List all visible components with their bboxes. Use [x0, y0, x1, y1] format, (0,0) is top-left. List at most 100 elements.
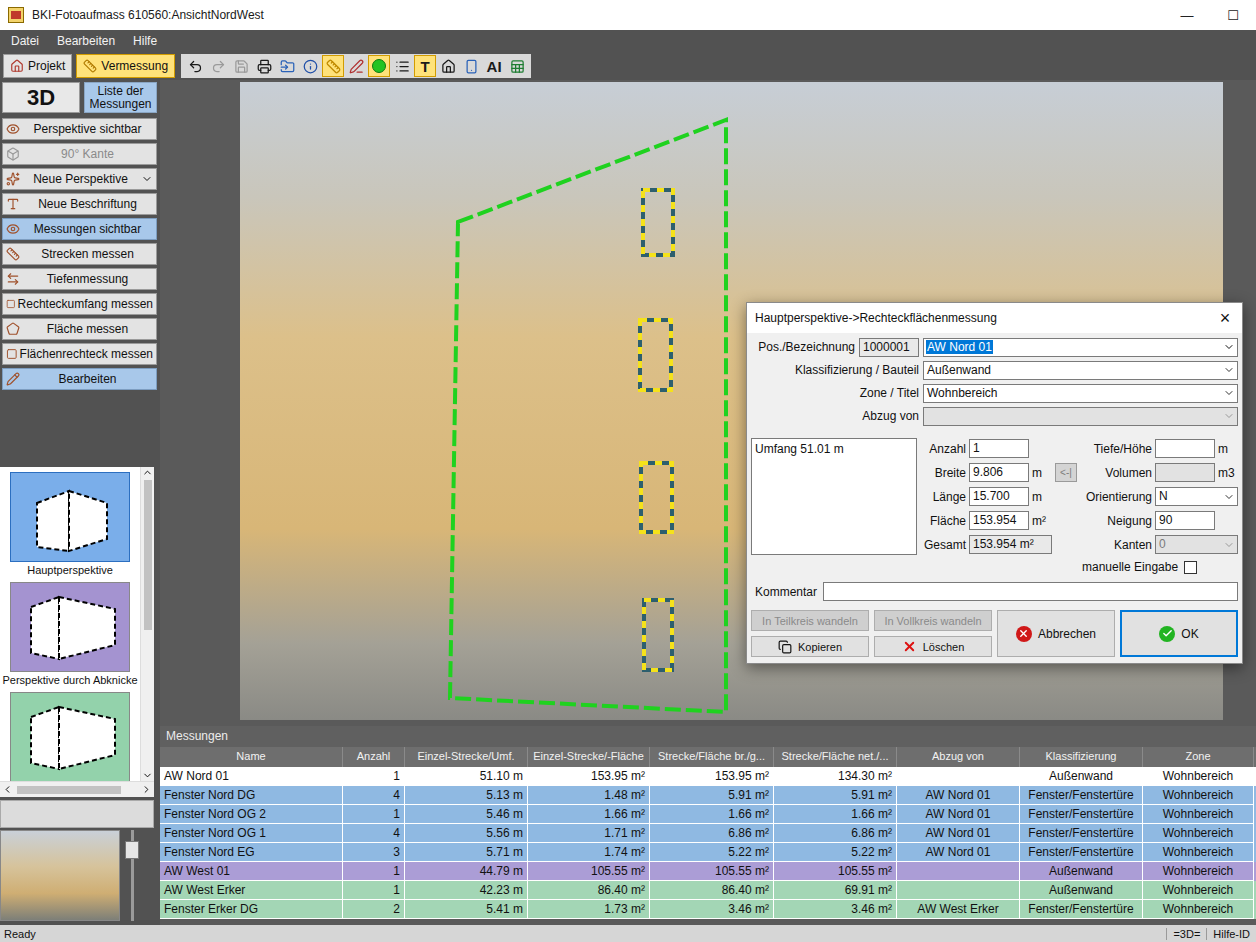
- perspective-item[interactable]: Hauptperspektive: [10, 472, 130, 580]
- zoom-slider[interactable]: [125, 830, 139, 921]
- mode-button[interactable]: Projekt: [3, 54, 72, 78]
- property-combo[interactable]: N: [1155, 487, 1238, 506]
- tool-button[interactable]: [299, 55, 321, 77]
- sidebar-item[interactable]: Fläche messen: [2, 318, 157, 340]
- combo-box[interactable]: Außenwand: [923, 361, 1238, 380]
- dimension-field[interactable]: 15.700: [969, 487, 1029, 506]
- tool-button[interactable]: [230, 55, 252, 77]
- sidebar-item[interactable]: Strecken messen: [2, 243, 157, 265]
- dimension-field[interactable]: 9.806: [969, 463, 1029, 482]
- table-row[interactable]: Fenster Erker DG25.41 m1.73 m²3.46 m²3.4…: [160, 900, 1256, 919]
- tool-button[interactable]: [276, 55, 298, 77]
- window-control-button[interactable]: ☐: [1210, 0, 1256, 30]
- table-row[interactable]: Fenster Nord EG35.71 m1.74 m²5.22 m²5.22…: [160, 843, 1256, 862]
- table-row[interactable]: Fenster Nord OG 145.56 m1.71 m²6.86 m²6.…: [160, 824, 1256, 843]
- tool-button[interactable]: AI: [483, 55, 505, 77]
- sidebar-item[interactable]: Flächenrechteck messen: [2, 343, 157, 365]
- table-cell: Fenster/Fenstertüre: [1020, 824, 1143, 843]
- position-number[interactable]: 1000001: [859, 338, 919, 357]
- measurement-list-button[interactable]: Liste der Messungen: [84, 82, 157, 113]
- table-cell: Wohnbereich: [1143, 900, 1254, 919]
- summary-box[interactable]: Umfang 51.01 m: [751, 438, 917, 555]
- tool-button[interactable]: [391, 55, 413, 77]
- 3d-button[interactable]: 3D: [2, 82, 80, 113]
- table-row[interactable]: AW Nord 01151.10 m153.95 m²153.95 m²134.…: [160, 767, 1256, 786]
- ruler-icon: [6, 247, 20, 261]
- property-field[interactable]: 90: [1155, 511, 1215, 530]
- column-header[interactable]: Zone: [1143, 747, 1254, 767]
- mode-button[interactable]: Vermessung: [76, 54, 175, 78]
- dialog-button[interactable]: Löschen: [874, 636, 992, 657]
- tool-button[interactable]: [368, 55, 390, 77]
- close-button[interactable]: ×: [1208, 303, 1242, 333]
- sidebar-item[interactable]: Neue Perspektive: [2, 168, 157, 190]
- ok-button[interactable]: OK: [1120, 610, 1238, 657]
- column-header[interactable]: Einzel-Strecke/Umf.: [405, 747, 528, 767]
- sidebar-item[interactable]: Messungen sichtbar: [2, 218, 157, 240]
- table-cell: Fenster/Fenstertüre: [1020, 900, 1143, 919]
- tool-button[interactable]: [460, 55, 482, 77]
- menu-item[interactable]: Datei: [2, 31, 48, 51]
- column-header[interactable]: Abzug von: [897, 747, 1020, 767]
- tool-button[interactable]: [345, 55, 367, 77]
- panel-icon: [464, 59, 479, 74]
- sidebar-item[interactable]: Bearbeiten: [2, 368, 157, 390]
- perspective-item[interactable]: [10, 692, 130, 781]
- copy-icon: [778, 640, 792, 654]
- table-cell: 1.66 m²: [774, 805, 897, 824]
- horizontal-scrollbar[interactable]: [0, 781, 154, 797]
- dialog-button[interactable]: In Vollkreis wandeln: [874, 610, 992, 631]
- manual-input-checkbox[interactable]: [1184, 561, 1197, 574]
- sidebar-item[interactable]: Neue Beschriftung: [2, 193, 157, 215]
- column-header[interactable]: Strecke/Fläche net./...: [774, 747, 897, 767]
- table-cell: Fenster Nord OG 2: [160, 805, 343, 824]
- sidebar-item[interactable]: 90° Kante: [2, 143, 157, 165]
- rectangle-icon: [6, 297, 16, 311]
- tool-button[interactable]: [253, 55, 275, 77]
- dimension-field[interactable]: 1: [969, 439, 1029, 458]
- tool-button[interactable]: [322, 55, 344, 77]
- dimension-field[interactable]: 153.954 m²: [969, 535, 1052, 554]
- delete-icon: [902, 639, 917, 654]
- property-field[interactable]: [1155, 463, 1215, 482]
- vertical-scrollbar[interactable]: [140, 467, 154, 781]
- table-cell: 5.56 m: [405, 824, 528, 843]
- tool-button[interactable]: [184, 55, 206, 77]
- table-row[interactable]: AW West Erker142.23 m86.40 m²86.40 m²69.…: [160, 881, 1256, 900]
- comment-input[interactable]: [823, 582, 1238, 601]
- sidebar-item[interactable]: Rechteckumfang messen: [2, 293, 157, 315]
- slider-thumb[interactable]: [125, 841, 139, 859]
- property-field[interactable]: [1155, 439, 1215, 458]
- sidebar-item[interactable]: Perspektive sichtbar: [2, 118, 157, 140]
- manual-input-row[interactable]: manuelle Eingabe: [1082, 558, 1238, 576]
- combo-box[interactable]: Wohnbereich: [923, 384, 1238, 403]
- perspective-drawing-icon: [11, 583, 129, 671]
- table-row[interactable]: AW West 01144.79 m105.55 m²105.55 m²105.…: [160, 862, 1256, 881]
- column-header[interactable]: Strecke/Fläche br./g...: [650, 747, 774, 767]
- sidebar-item[interactable]: Tiefenmessung: [2, 268, 157, 290]
- menu-item[interactable]: Hilfe: [124, 31, 166, 51]
- tool-button[interactable]: T: [414, 55, 436, 77]
- dimension-field[interactable]: 153.954: [969, 511, 1029, 530]
- property-combo[interactable]: 0: [1155, 535, 1238, 554]
- tool-button[interactable]: [207, 55, 229, 77]
- table-row[interactable]: Fenster Nord DG45.13 m1.48 m²5.91 m²5.91…: [160, 786, 1256, 805]
- table-row[interactable]: Fenster Nord OG 215.46 m1.66 m²1.66 m²1.…: [160, 805, 1256, 824]
- tool-button[interactable]: [506, 55, 528, 77]
- column-header[interactable]: Anzahl: [343, 747, 405, 767]
- save-icon: [234, 59, 249, 74]
- table-cell: 105.55 m²: [650, 862, 774, 881]
- menu-item[interactable]: Bearbeiten: [48, 31, 124, 51]
- column-header[interactable]: Klassifizierung: [1020, 747, 1143, 767]
- cancel-button[interactable]: Abbrechen: [997, 610, 1115, 657]
- window-control-button[interactable]: —: [1164, 0, 1210, 30]
- name-combo[interactable]: AW Nord 01: [923, 338, 1238, 357]
- column-header[interactable]: Name: [160, 747, 343, 767]
- column-header[interactable]: Einzel-Strecke/-Fläche: [528, 747, 650, 767]
- perspective-item[interactable]: Perspektive durch Abknicke: [2, 582, 137, 690]
- tool-button[interactable]: [437, 55, 459, 77]
- apply-width-button[interactable]: <-|: [1055, 463, 1077, 482]
- dialog-button[interactable]: In Teilkreis wandeln: [751, 610, 869, 631]
- combo-box[interactable]: [923, 407, 1238, 426]
- dialog-button[interactable]: Kopieren: [751, 636, 869, 657]
